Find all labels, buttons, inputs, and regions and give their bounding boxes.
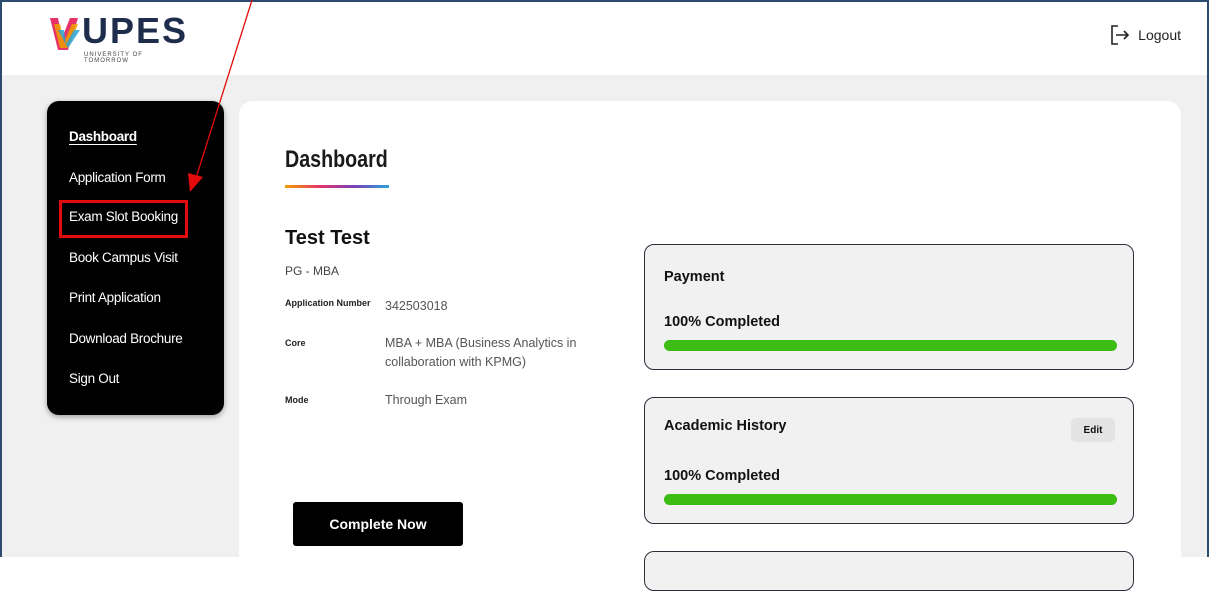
next-card-partial (644, 551, 1134, 591)
annotation-arrow (188, 0, 253, 192)
